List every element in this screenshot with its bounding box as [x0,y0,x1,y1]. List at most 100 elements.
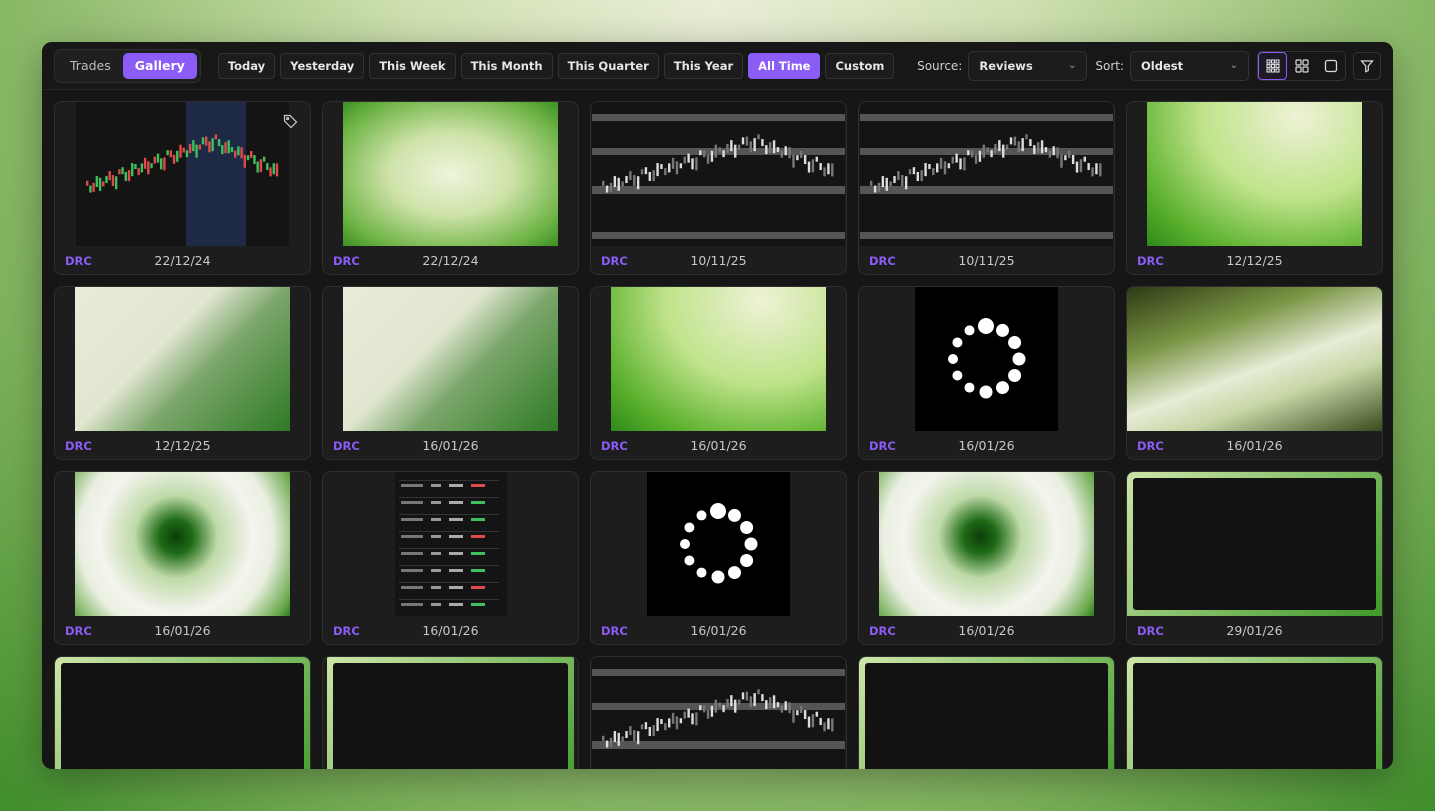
tab-gallery[interactable]: Gallery [122,52,197,79]
card-date: 16/01/26 [1226,438,1283,453]
filter-button[interactable] [1353,51,1381,80]
thumbnail-image [55,657,310,769]
gallery-card[interactable]: DRC 16/01/26 [590,471,847,645]
gallery-card[interactable]: DRC 10/11/25 [858,101,1115,275]
thumbnail [55,472,310,616]
gallery-card[interactable]: DRC 16/01/26 [858,471,1115,645]
thumbnail-image [343,102,558,246]
card-meta: DRC 16/01/26 [65,623,300,638]
thumbnail-image [1127,472,1382,616]
gallery-card[interactable] [54,656,311,769]
range-today[interactable]: Today [217,52,276,79]
card-source: DRC [869,623,896,638]
gallery-card[interactable]: DRC 12/12/25 [54,286,311,460]
thumbnail [1127,102,1382,246]
grid-single-icon[interactable] [1316,52,1345,80]
thumbnail [859,657,1114,769]
chevron-down-icon: ⌄ [1229,60,1238,71]
card-date: 16/01/26 [154,623,211,638]
tag-icon[interactable] [283,114,298,133]
card-source: DRC [1137,623,1164,638]
card-meta: DRC 10/11/25 [869,253,1104,268]
thumbnail-image [1147,102,1362,246]
thumbnail-image [327,657,574,769]
gallery-card[interactable]: DRC 29/01/26 [1126,471,1383,645]
range-all-time[interactable]: All Time [748,52,821,79]
card-source: DRC [869,253,896,268]
card-source: DRC [65,623,92,638]
thumbnail [323,657,578,769]
grid-size-toggle [1257,50,1346,81]
gallery-card[interactable]: DRC 16/01/26 [858,286,1115,460]
gallery-card[interactable]: DRC 16/01/26 [590,286,847,460]
range-custom[interactable]: Custom [825,52,895,79]
card-date: 10/11/25 [958,253,1015,268]
gallery-card[interactable]: DRC 16/01/26 [1126,286,1383,460]
card-date: 16/01/26 [422,438,479,453]
card-meta: DRC 12/12/25 [1137,253,1372,268]
card-date: 16/01/26 [690,623,747,638]
thumbnail [859,472,1114,616]
gallery-card[interactable]: DRC 16/01/26 [322,286,579,460]
card-source: DRC [601,253,628,268]
gallery-card[interactable]: DRC 16/01/26 [322,471,579,645]
thumbnail-image [343,287,558,431]
card-meta: DRC 22/12/24 [65,253,300,268]
card-source: DRC [601,623,628,638]
card-source: DRC [1137,253,1164,268]
source-label: Source: [917,58,963,73]
card-source: DRC [1137,438,1164,453]
thumbnail-image [1127,657,1382,769]
gallery-card[interactable]: DRC 16/01/26 [54,471,311,645]
thumbnail [591,102,846,246]
filter-icon [1360,59,1374,73]
card-source: DRC [65,438,92,453]
card-date: 16/01/26 [958,438,1015,453]
thumbnail [591,472,846,616]
range-this-year[interactable]: This Year [663,52,744,79]
range-this-month[interactable]: This Month [460,52,553,79]
chevron-down-icon: ⌄ [1067,60,1077,71]
card-source: DRC [333,438,360,453]
card-date: 16/01/26 [958,623,1015,638]
thumbnail [1127,657,1382,769]
card-source: DRC [869,438,896,453]
card-meta: DRC 16/01/26 [601,438,836,453]
card-meta: DRC 16/01/26 [601,623,836,638]
toolbar: Trades Gallery Today Yesterday This Week… [42,42,1393,90]
grid-medium-icon[interactable] [1287,52,1316,80]
range-yesterday[interactable]: Yesterday [280,52,365,79]
source-select[interactable]: Reviews ⌄ [968,50,1088,81]
gallery-card[interactable]: DRC 10/11/25 [590,101,847,275]
thumbnail-image [1127,287,1382,431]
thumbnail-image [592,102,845,246]
gallery-card[interactable] [322,656,579,769]
card-date: 22/12/24 [154,253,211,268]
card-source: DRC [601,438,628,453]
card-date: 22/12/24 [422,253,479,268]
gallery-card[interactable] [858,656,1115,769]
gallery-card[interactable] [590,656,847,769]
sort-select[interactable]: Oldest ⌄ [1130,50,1249,81]
range-this-week[interactable]: This Week [369,52,456,79]
thumbnail [1127,472,1382,616]
card-meta: DRC 16/01/26 [333,623,568,638]
gallery-card[interactable]: DRC 22/12/24 [322,101,579,275]
thumbnail-image [592,657,845,769]
thumbnail [859,287,1114,431]
thumbnail-image [394,472,507,616]
card-date: 12/12/25 [154,438,211,453]
thumbnail [55,287,310,431]
sort-label: Sort: [1095,58,1124,73]
thumbnail [55,102,310,246]
card-source: DRC [333,253,360,268]
gallery-card[interactable] [1126,656,1383,769]
gallery-card[interactable]: DRC 12/12/25 [1126,101,1383,275]
grid-small-icon[interactable] [1258,51,1287,80]
gallery-card[interactable]: DRC 22/12/24 [54,101,311,275]
range-this-quarter[interactable]: This Quarter [557,52,659,79]
thumbnail-image [611,287,826,431]
tab-trades[interactable]: Trades [58,53,123,79]
thumbnail [323,287,578,431]
date-range-chips: Today Yesterday This Week This Month Thi… [213,52,895,79]
